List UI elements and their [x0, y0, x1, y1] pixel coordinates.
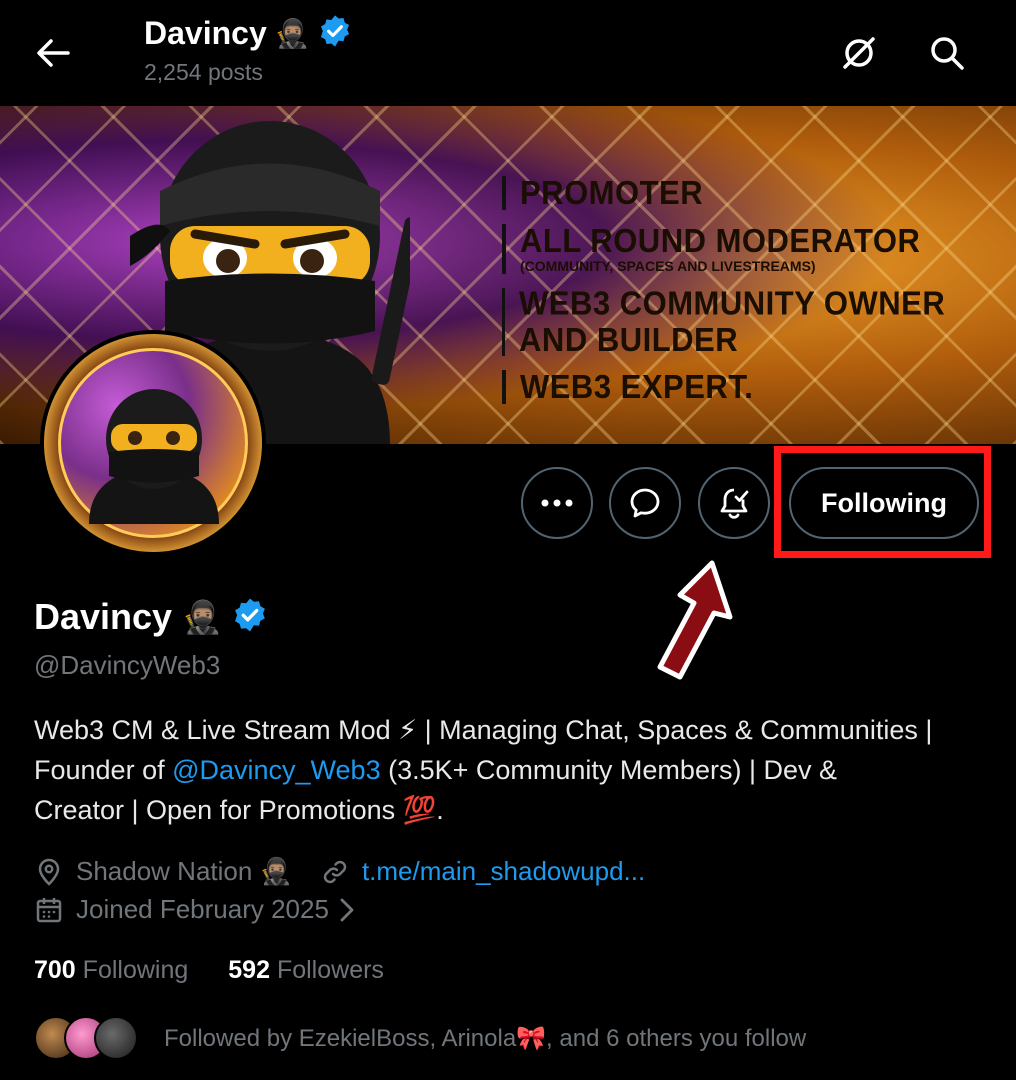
top-bar: Davincy 🥷🏽 2,254 posts: [0, 0, 1016, 106]
ninja-emoji: 🥷🏽: [182, 599, 222, 635]
banner-line: WEB3 EXPERT.: [502, 368, 1016, 405]
chat-bubble-icon: [630, 488, 660, 518]
ninja-emoji: 🥷🏽: [274, 18, 310, 49]
header-title-block: Davincy 🥷🏽 2,254 posts: [144, 14, 352, 86]
joined-row[interactable]: Joined February 2025: [34, 894, 367, 925]
link-icon: [320, 857, 350, 887]
joined-date: Joined February 2025: [76, 894, 329, 924]
calendar-icon: [34, 895, 64, 925]
profile-name: Davincy: [34, 596, 173, 637]
more-dots-icon: [541, 499, 573, 507]
profile-name-row: Davincy 🥷🏽: [34, 596, 268, 638]
profile-meta-row: Shadow Nation 🥷🏽 t.me/main_shadowupd...: [34, 856, 645, 887]
bio-mention-link[interactable]: @Davincy_Web3: [172, 755, 381, 785]
bell-check-icon: [720, 488, 749, 519]
highlight-annotation-box: [774, 446, 991, 558]
header-title: Davincy: [144, 15, 267, 51]
follow-stats: 700 Following 592 Followers: [34, 956, 384, 985]
chevron-right-icon: [339, 897, 355, 923]
profile-bio: Web3 CM & Live Stream Mod ⚡ | Managing C…: [34, 715, 933, 825]
banner-text-block: PROMOTER ALL ROUND MODERATOR (COMMUNITY, …: [502, 174, 1016, 418]
website-link[interactable]: t.me/main_shadowupd...: [362, 856, 645, 887]
search-icon[interactable]: [922, 28, 972, 78]
notifications-button[interactable]: [698, 467, 770, 539]
verified-badge-icon[interactable]: [232, 597, 268, 638]
profile-avatar[interactable]: [40, 330, 266, 556]
location-pin-icon: [34, 857, 64, 887]
location-text: Shadow Nation 🥷🏽: [76, 856, 292, 886]
banner-line: PROMOTER: [502, 174, 1016, 211]
following-stat[interactable]: 700 Following: [34, 956, 188, 985]
followers-stat[interactable]: 592 Followers: [228, 956, 384, 985]
banner-line: ALL ROUND MODERATOR (COMMUNITY, SPACES AN…: [502, 222, 1016, 274]
avatar-ninja: [89, 389, 219, 524]
follower-avatar: [94, 1016, 138, 1060]
followed-by-row[interactable]: Followed by EzekielBoss, Arinola🎀, and 6…: [34, 1016, 806, 1060]
post-count: 2,254 posts: [144, 59, 263, 85]
verified-badge-icon: [318, 14, 352, 53]
banner-line: WEB3 COMMUNITY OWNER AND BUILDER: [502, 285, 1016, 358]
back-arrow-icon[interactable]: [30, 30, 76, 76]
profile-handle: @DavincyWeb3: [34, 650, 221, 680]
grok-icon[interactable]: [834, 28, 884, 78]
more-options-button[interactable]: [521, 467, 593, 539]
followed-by-text: Followed by EzekielBoss, Arinola🎀, and 6…: [164, 1024, 807, 1052]
arrow-annotation-icon: [657, 560, 733, 680]
message-button[interactable]: [609, 467, 681, 539]
